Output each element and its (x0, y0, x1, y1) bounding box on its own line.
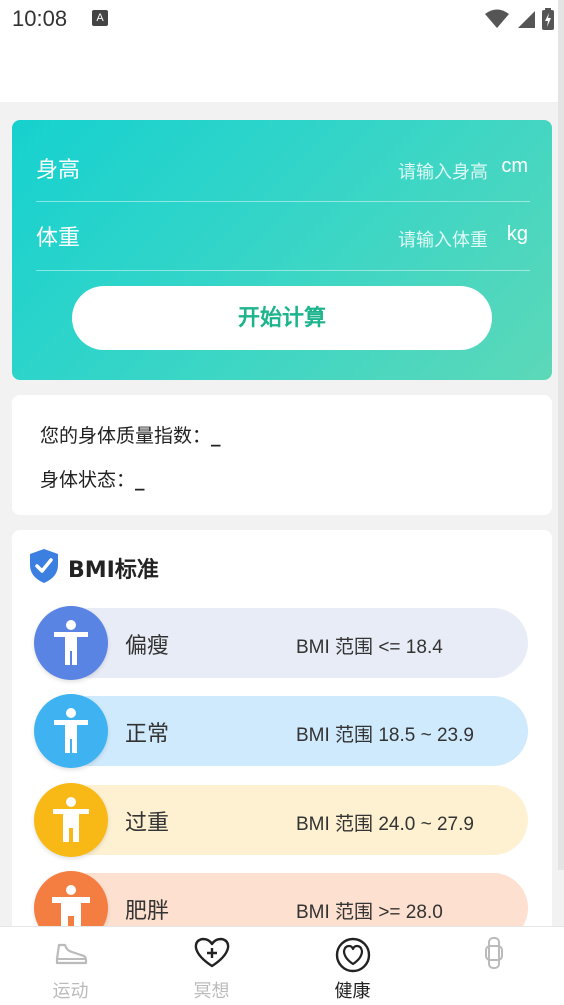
notification-icon: A (92, 10, 108, 26)
nav-item-meditation[interactable]: 冥想 (141, 927, 282, 1005)
body-status-line: 身体状态：_ (40, 465, 145, 492)
status-bar: 10:08 A (0, 0, 564, 40)
bmi-row-name: 正常 (125, 722, 170, 747)
bmi-row-circle (34, 606, 108, 680)
wifi-icon (485, 9, 509, 28)
bmi-row-range: BMI 范围 24.0 ~ 27.9 (296, 814, 474, 835)
bmi-row-range: BMI 范围 18.5 ~ 23.9 (296, 725, 474, 746)
body-status-value: _ (135, 469, 145, 491)
person-icon (52, 885, 90, 930)
nav-item-health[interactable]: 健康 (282, 927, 423, 1005)
bmi-standard-title: BMI标准 (68, 558, 159, 583)
shield-check-icon (30, 549, 58, 583)
sneaker-icon (55, 943, 87, 965)
bmi-calculator-card: 身高 cm 体重 kg 开始计算 (12, 120, 552, 380)
bmi-result-line: 您的身体质量指数：_ (40, 421, 221, 448)
heart-plus-icon (194, 937, 229, 968)
height-divider (36, 201, 530, 202)
weight-label: 体重 (36, 226, 81, 251)
weight-input[interactable] (316, 222, 490, 258)
body-status-label: 身体状态： (40, 469, 136, 491)
status-time: 10:08 (12, 6, 68, 31)
bmi-result-label: 您的身体质量指数： (40, 425, 212, 447)
app-header (0, 40, 564, 102)
nav-item-device[interactable] (423, 927, 564, 1005)
bmi-row-name: 偏瘦 (125, 634, 170, 659)
nav-label: 冥想 (193, 981, 230, 1002)
bmi-row-range: BMI 范围 <= 18.4 (296, 637, 443, 658)
height-label: 身高 (36, 158, 81, 183)
start-calculate-button[interactable]: 开始计算 (72, 286, 492, 350)
person-icon (54, 708, 88, 753)
person-icon (54, 620, 88, 665)
watch-icon (484, 937, 503, 969)
nav-label: 运动 (52, 981, 89, 1002)
person-icon (53, 797, 89, 842)
bmi-row-overweight: 过重 BMI 范围 24.0 ~ 27.9 (34, 783, 528, 857)
bmi-row-normal: 正常 BMI 范围 18.5 ~ 23.9 (34, 694, 528, 768)
bmi-row-circle (34, 783, 108, 857)
weight-unit: kg (506, 223, 528, 245)
weight-divider (36, 270, 530, 271)
height-unit: cm (501, 155, 528, 177)
status-icons (484, 8, 554, 30)
nav-item-sport[interactable]: 运动 (0, 927, 141, 1005)
bmi-result-value: _ (211, 425, 221, 447)
bmi-row-underweight: 偏瘦 BMI 范围 <= 18.4 (34, 606, 528, 680)
scroll-edge (558, 0, 564, 870)
bmi-row-name: 肥胖 (125, 899, 170, 924)
bmi-row-name: 过重 (125, 811, 170, 836)
bottom-nav: 运动 冥想 健康 (0, 926, 564, 1005)
bmi-row-range: BMI 范围 >= 28.0 (296, 902, 443, 923)
bmi-standard-card: BMI标准 偏瘦 BMI 范围 <= 18.4 正常 BMI 范围 18.5 ~… (12, 530, 552, 950)
height-input[interactable] (316, 154, 490, 190)
signal-icon (518, 11, 535, 28)
bmi-result-card: 您的身体质量指数：_ 身体状态：_ (12, 395, 552, 515)
nav-label: 健康 (334, 981, 371, 1002)
heart-circle-icon (335, 937, 370, 973)
battery-icon (542, 8, 554, 30)
bmi-row-circle (34, 694, 108, 768)
